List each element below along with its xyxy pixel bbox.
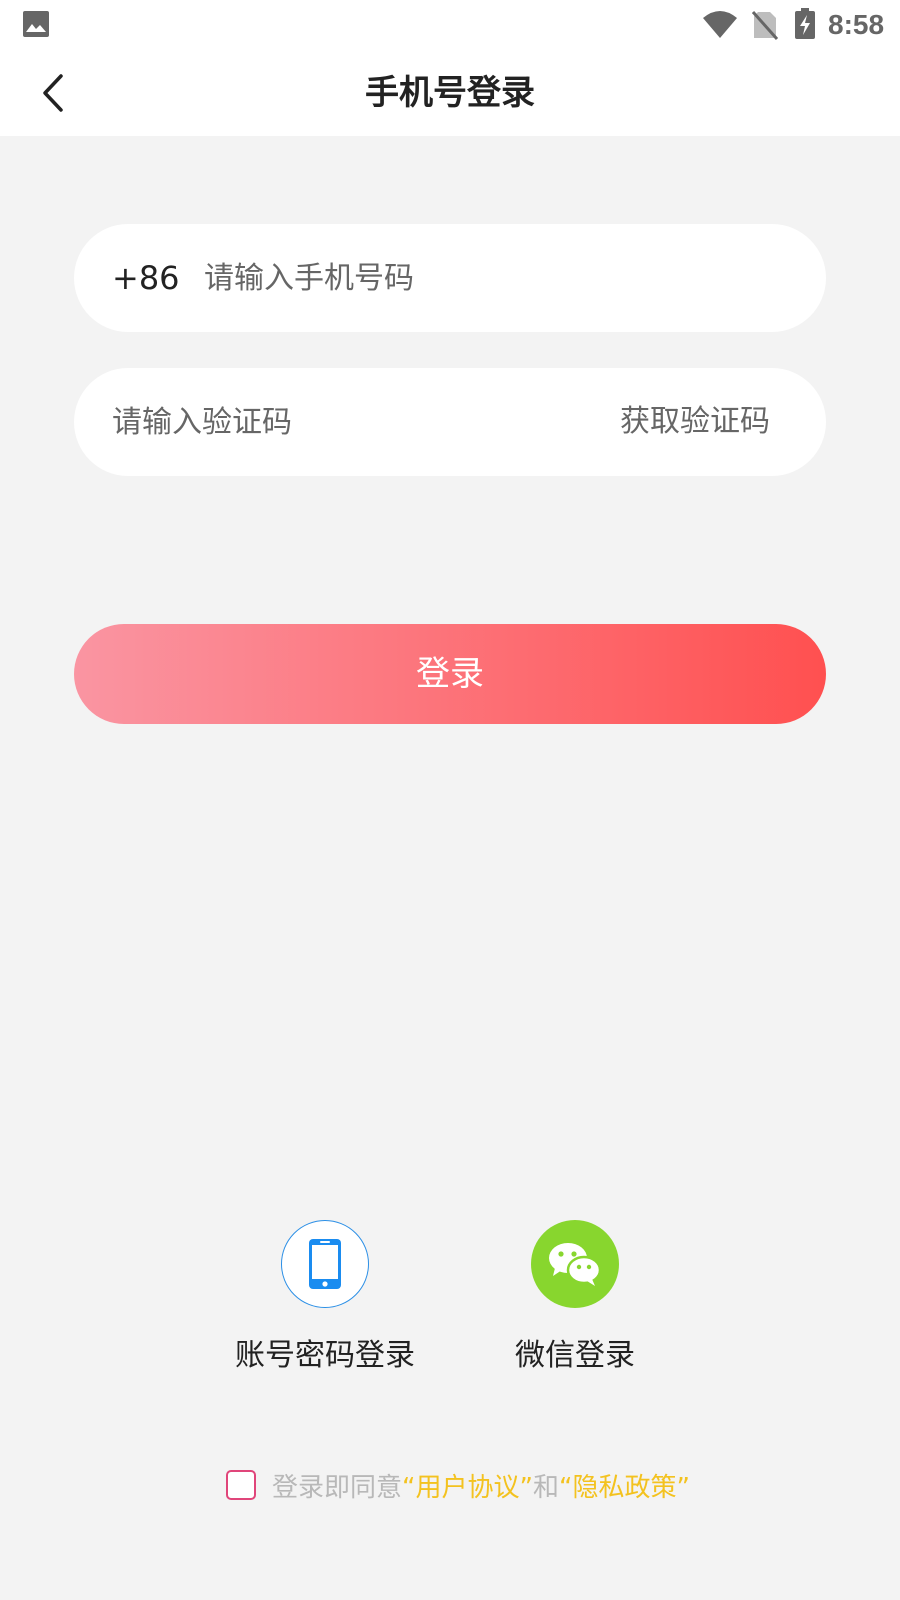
status-bar: 8:58 — [0, 0, 900, 50]
wifi-icon — [703, 11, 737, 38]
get-code-button[interactable]: 获取验证码 — [620, 368, 770, 476]
agreement-row: 登录即同意“用户协议”和“隐私政策” — [226, 1467, 690, 1504]
account-login-label[interactable]: 账号密码登录 — [225, 1330, 425, 1374]
account-login-icon-circle[interactable] — [281, 1220, 369, 1308]
status-time: 8:58 — [828, 9, 885, 40]
agreement-connector: 和 — [532, 1472, 559, 1503]
wechat-icon — [549, 1243, 602, 1286]
country-code[interactable]: +86 — [112, 224, 180, 332]
verification-code-input[interactable] — [112, 368, 552, 476]
chevron-left-icon — [43, 74, 63, 112]
user-agreement-link[interactable]: “用户协议” — [402, 1473, 533, 1503]
wechat-login-icon-circle[interactable] — [531, 1220, 619, 1308]
account-password-login[interactable]: 账号密码登录 — [225, 1220, 425, 1374]
page-title: 手机号登录 — [365, 73, 535, 113]
wechat-login[interactable]: 微信登录 — [475, 1220, 675, 1374]
agreement-checkbox[interactable] — [226, 1470, 256, 1500]
wechat-login-label[interactable]: 微信登录 — [475, 1330, 675, 1374]
back-button[interactable] — [30, 68, 76, 118]
header-bar: 手机号登录 — [0, 50, 900, 136]
phone-icon — [309, 1239, 341, 1289]
agreement-text: 登录即同意“用户协议”和“隐私政策” — [272, 1467, 690, 1504]
verification-code-field: 获取验证码 — [74, 368, 826, 476]
privacy-policy-link[interactable]: “隐私政策” — [559, 1473, 690, 1503]
battery-charging-icon — [795, 8, 815, 39]
phone-input[interactable] — [204, 224, 764, 332]
agreement-prefix: 登录即同意 — [272, 1472, 403, 1503]
login-button[interactable]: 登录 — [74, 624, 826, 724]
phone-field: +86 — [74, 224, 826, 332]
no-sim-icon — [752, 11, 778, 40]
gallery-icon — [23, 11, 49, 37]
